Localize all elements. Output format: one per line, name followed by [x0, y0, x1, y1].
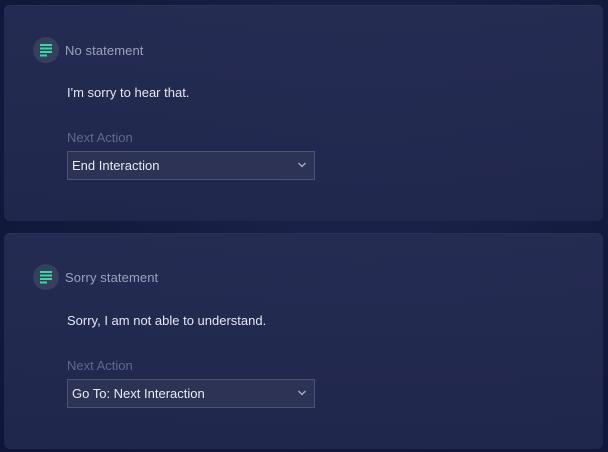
next-action-value: End Interaction: [72, 158, 160, 173]
card-header: Sorry statement: [33, 264, 158, 290]
statement-icon: [33, 37, 59, 63]
next-action-label: Next Action: [67, 130, 133, 145]
chevron-down-icon: [298, 162, 306, 168]
next-action-label: Next Action: [67, 358, 133, 373]
card-header: No statement: [33, 37, 144, 63]
statement-icon: [33, 264, 59, 290]
statement-card-no: No statement I'm sorry to hear that. Nex…: [4, 5, 603, 221]
next-action-select[interactable]: Go To: Next Interaction: [67, 379, 315, 408]
next-action-select[interactable]: End Interaction: [67, 151, 315, 180]
card-title: No statement: [65, 42, 144, 58]
statement-message: Sorry, I am not able to understand.: [67, 313, 267, 328]
statement-message: I'm sorry to hear that.: [67, 85, 190, 100]
chevron-down-icon: [298, 390, 306, 396]
next-action-value: Go To: Next Interaction: [72, 386, 205, 401]
statement-card-sorry: Sorry statement Sorry, I am not able to …: [4, 233, 603, 449]
card-title: Sorry statement: [65, 269, 159, 285]
